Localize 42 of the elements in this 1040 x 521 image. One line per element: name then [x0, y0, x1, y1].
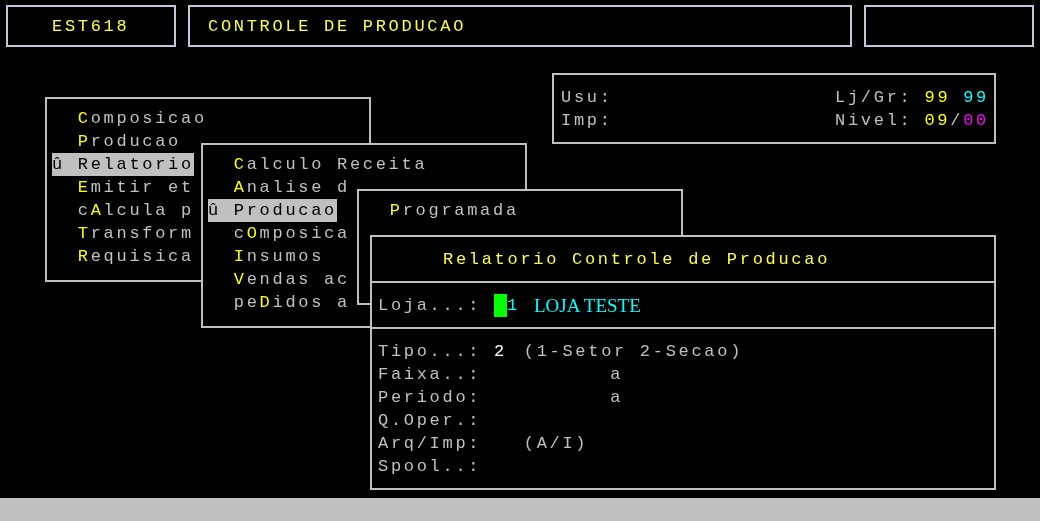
range-separator: a	[610, 364, 624, 386]
menu-item[interactable]: c A lcula p	[52, 199, 194, 222]
menu-item[interactable]: C alculo Receita	[208, 153, 428, 176]
info-label: Lj/Gr:	[835, 87, 913, 109]
field-label: Loja...:	[378, 294, 483, 317]
field-label: Spool..:	[378, 456, 483, 478]
menu-item[interactable]: V endas ac	[208, 268, 350, 291]
info-value: 99	[963, 87, 989, 109]
info-label: Imp:	[561, 110, 613, 132]
field-label: Periodo:	[378, 387, 483, 409]
screen-title: CONTROLE DE PRODUCAO	[208, 15, 467, 38]
menu-item[interactable]: A nalise d	[208, 176, 350, 199]
text-cursor	[494, 293, 508, 317]
menu-item[interactable]: T ransform	[52, 222, 194, 245]
field-label: Faixa..:	[378, 364, 483, 386]
program-code: EST618	[52, 15, 130, 38]
menu-item[interactable]: P roducao	[52, 130, 181, 153]
menu-item[interactable]: û Producao	[208, 199, 337, 222]
menu-item[interactable]: R equisica	[52, 245, 194, 268]
field-label: Q.Oper.:	[378, 410, 483, 432]
info-panel: Usu: Imp: Lj/Gr: 99 99 Nivel: 09/00	[552, 73, 996, 144]
info-value: 99	[924, 87, 951, 109]
info-value: 09	[924, 110, 951, 132]
range-separator: a	[610, 387, 624, 409]
store-code-field[interactable]: 1	[507, 293, 520, 317]
info-label: Usu:	[561, 87, 613, 109]
menu-item[interactable]: pe D idos a	[208, 291, 350, 314]
field-value[interactable]: 2	[494, 342, 507, 361]
menu-item[interactable]: P rogramada	[364, 199, 519, 222]
store-name: LOJA TESTE	[534, 293, 641, 317]
menu-item[interactable]: û Relatorio	[52, 153, 194, 176]
menu-item[interactable]: E mitir et	[52, 176, 194, 199]
field-label: Arq/Imp:	[378, 433, 483, 455]
menu-item[interactable]: I nsumos	[208, 245, 325, 268]
field-label: Tipo...:	[378, 341, 483, 363]
menu-item[interactable]: c O mposica	[208, 222, 350, 245]
menu-item[interactable]: C omposicao	[52, 107, 207, 130]
info-value: 00	[963, 110, 989, 132]
dialog-title: Relatorio Controle de Producao	[443, 248, 831, 271]
info-label: Nivel:	[835, 110, 913, 132]
field-hint: (1-Setor 2-Secao)	[523, 341, 744, 363]
field-hint: (A/I)	[523, 433, 589, 455]
